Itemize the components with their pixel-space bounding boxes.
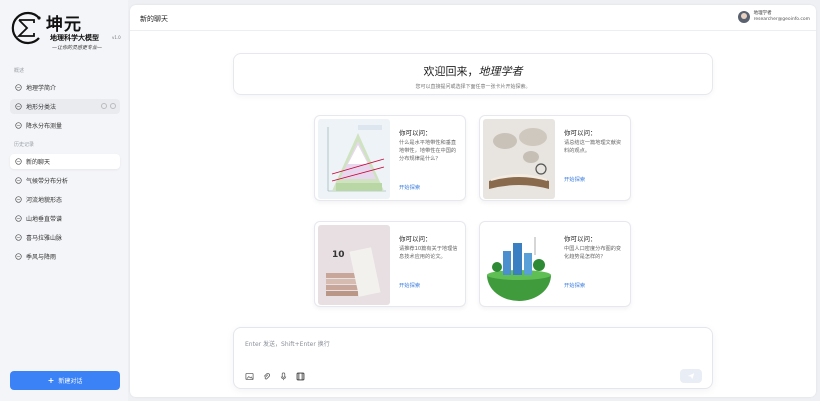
vertical-zonation-chart-image: [318, 119, 390, 199]
avatar: [737, 11, 750, 23]
chat-bubble-icon: [15, 158, 22, 165]
plus-icon: +: [47, 376, 55, 385]
user-profile[interactable]: 地理学者 researcher@geoinfo.com: [737, 11, 810, 23]
brand-version: v1.0: [112, 35, 121, 40]
new-chat-button[interactable]: + 新建对话: [10, 371, 120, 390]
sidebar-item-label: 气候带分布分析: [26, 178, 69, 185]
world-map-book-image: [483, 119, 555, 199]
stack-of-papers-image: 10: [318, 225, 390, 305]
composer-toolbar: [245, 372, 305, 381]
suggestion-card-2[interactable]: 你可以问： 请总结这一篇地理文献资料的观点。 开始探索: [479, 115, 631, 201]
message-input[interactable]: Enter 发送，Shift+Enter 换行: [245, 339, 330, 348]
sidebar-item-history-6[interactable]: 季风与降雨: [10, 249, 120, 264]
start-explore-link[interactable]: 开始探索: [564, 175, 585, 183]
card-title: 你可以问：: [399, 129, 432, 137]
welcome-banner: 欢迎回来，地理学者 您可以直接提问或选择下面任意一张卡片开始探索。: [233, 53, 713, 95]
sidebar: 坤元 地理科学大模型 v1.0 —让你的灵感更专业— 概述 地理学简介 地形分类…: [0, 0, 128, 401]
sigma-logo-icon: [11, 11, 41, 45]
sidebar-item-label: 地形分类法: [26, 104, 57, 111]
main-panel: 新的聊天 地理学者 researcher@geoinfo.com 欢迎回来，地理…: [130, 5, 816, 397]
chat-bubble-icon: [15, 234, 22, 241]
sidebar-item-overview-2[interactable]: 地形分类法: [10, 99, 120, 114]
sidebar-item-history-5[interactable]: 喜马拉雅山脉: [10, 230, 120, 245]
card-body: 请推荐10篇有关于地理信息技术应用的论文。: [399, 246, 458, 260]
sidebar-item-overview-3[interactable]: 降水分布测量: [10, 118, 120, 133]
sidebar-item-label: 喜马拉雅山脉: [26, 235, 63, 242]
green-city-globe-image: [483, 225, 555, 305]
image-icon[interactable]: [245, 372, 254, 381]
card-body: 什么是水平地带性和垂直地带性，地带性在中国的分布规律是什么？: [399, 140, 457, 162]
start-explore-link[interactable]: 开始探索: [399, 183, 420, 191]
card-body: 请总结这一篇地理文献资料的观点。: [564, 140, 622, 154]
start-explore-link[interactable]: 开始探索: [564, 281, 585, 289]
send-button[interactable]: [680, 369, 702, 383]
sidebar-item-label: 河流地貌形态: [26, 197, 63, 204]
svg-text:10: 10: [332, 250, 345, 260]
card-title: 你可以问：: [399, 235, 432, 243]
chat-bubble-icon: [15, 253, 22, 260]
sidebar-item-label: 地理学简介: [26, 85, 57, 92]
sidebar-item-label: 山地垂直带谱: [26, 216, 63, 223]
sidebar-item-history-1[interactable]: 新的聊天: [10, 154, 120, 169]
welcome-prefix: 欢迎回来，: [423, 65, 479, 78]
message-composer[interactable]: Enter 发送，Shift+Enter 换行: [233, 327, 713, 389]
sidebar-item-label: 新的聊天: [26, 159, 51, 166]
sidebar-item-history-4[interactable]: 山地垂直带谱: [10, 211, 120, 226]
card-title: 你可以问：: [564, 129, 597, 137]
page-title: 新的聊天: [140, 15, 168, 23]
video-icon[interactable]: [296, 372, 305, 381]
paperclip-icon[interactable]: [262, 372, 271, 381]
chat-bubble-icon: [15, 122, 22, 129]
brand-logo: 坤元 地理科学大模型 v1.0 —让你的灵感更专业—: [8, 8, 122, 56]
row-actions: [101, 103, 116, 109]
card-body: 中国人口密度分布图的变化趋势是怎样的？: [564, 246, 622, 260]
chat-bubble-icon: [15, 103, 22, 110]
section-history-label: 历史记录: [14, 142, 35, 148]
suggestion-card-3[interactable]: 10 你可以问： 请推荐10篇有关于地理信息技术应用的论文。 开始探索: [314, 221, 466, 307]
sidebar-item-label: 季风与降雨: [26, 254, 57, 261]
chat-bubble-icon: [15, 196, 22, 203]
welcome-subtitle: 您可以直接提问或选择下面任意一张卡片开始探索。: [415, 84, 531, 90]
user-info: 地理学者 researcher@geoinfo.com: [754, 11, 810, 23]
brand-subtitle: 地理科学大模型: [50, 34, 99, 42]
chat-bubble-icon: [15, 215, 22, 222]
suggestion-card-4[interactable]: 你可以问： 中国人口密度分布图的变化趋势是怎样的？ 开始探索: [479, 221, 631, 307]
microphone-icon[interactable]: [279, 372, 288, 381]
welcome-title: 欢迎回来，地理学者: [234, 63, 712, 79]
sidebar-item-history-2[interactable]: 气候带分布分析: [10, 173, 120, 188]
user-email: researcher@geoinfo.com: [753, 17, 810, 22]
send-icon: [687, 373, 695, 380]
top-bar: 新的聊天 地理学者 researcher@geoinfo.com: [130, 5, 816, 31]
delete-icon[interactable]: [110, 103, 116, 109]
sidebar-item-history-3[interactable]: 河流地貌形态: [10, 192, 120, 207]
brand-slogan: —让你的灵感更专业—: [52, 45, 103, 51]
welcome-name: 地理学者: [478, 65, 523, 78]
card-title: 你可以问：: [564, 235, 597, 243]
chat-bubble-icon: [15, 177, 22, 184]
new-chat-label: 新建对话: [58, 378, 83, 385]
sidebar-item-label: 降水分布测量: [26, 123, 63, 130]
edit-icon[interactable]: [101, 103, 107, 109]
section-overview-label: 概述: [14, 68, 25, 74]
suggestion-card-1[interactable]: 你可以问： 什么是水平地带性和垂直地带性，地带性在中国的分布规律是什么？ 开始探…: [314, 115, 466, 201]
chat-bubble-icon: [15, 84, 22, 91]
start-explore-link[interactable]: 开始探索: [399, 281, 420, 289]
sidebar-item-overview-1[interactable]: 地理学简介: [10, 80, 120, 95]
brand-name: 坤元: [46, 15, 82, 35]
